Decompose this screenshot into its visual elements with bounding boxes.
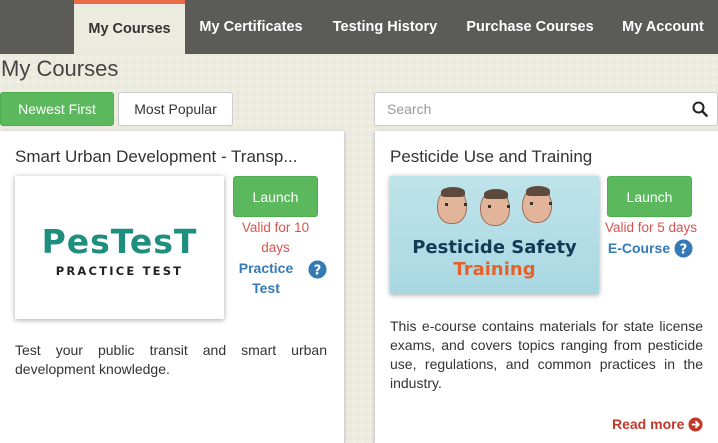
validity-text: Valid for 10 days: [241, 220, 310, 255]
search-icon[interactable]: [692, 101, 708, 117]
most-popular-button[interactable]: Most Popular: [118, 92, 233, 126]
page-title: My Courses: [1, 56, 119, 81]
search-box: [374, 92, 718, 126]
launch-button[interactable]: Launch: [233, 176, 318, 217]
nav-tab-my-courses[interactable]: My Courses: [74, 0, 185, 54]
svg-text:?: ?: [680, 242, 688, 257]
validity-text: Valid for 5 days: [604, 220, 698, 235]
nav-tab-purchase-courses[interactable]: Purchase Courses: [454, 0, 606, 54]
arrow-circle-right-icon: [688, 416, 703, 432]
course-title[interactable]: Pesticide Use and Training: [390, 147, 710, 167]
search-input[interactable]: [375, 93, 685, 125]
course-type-link[interactable]: Practice Test: [227, 258, 305, 298]
nav-tab-my-account[interactable]: My Account: [608, 0, 718, 54]
nav-tab-my-certificates[interactable]: My Certificates: [186, 0, 316, 54]
thumbnail-title: Pesticide Safety: [412, 237, 577, 258]
read-more-label: Read more: [612, 416, 685, 432]
svg-text:?: ?: [314, 263, 322, 278]
course-description: This e-course contains materials for sta…: [390, 318, 703, 391]
course-card: Smart Urban Development - Transp... PesT…: [0, 131, 344, 443]
nav-tab-testing-history[interactable]: Testing History: [318, 0, 452, 54]
question-circle-icon[interactable]: ?: [674, 239, 693, 258]
course-thumbnail[interactable]: Pesticide Safety Training: [390, 176, 599, 294]
face-illustration: [480, 189, 510, 226]
course-thumbnail[interactable]: PesTesT PRACTICE TEST: [15, 176, 224, 319]
pestest-logo: PesTesT: [41, 222, 198, 261]
top-nav: My Courses My Certificates Testing Histo…: [0, 0, 718, 54]
thumbnail-subtitle: Training: [453, 259, 536, 280]
question-circle-icon[interactable]: ?: [308, 260, 327, 279]
course-type-link[interactable]: E-Course: [603, 238, 675, 258]
face-illustration: [522, 186, 552, 223]
launch-button[interactable]: Launch: [607, 176, 692, 217]
read-more-link[interactable]: Read more: [612, 416, 703, 432]
course-card: Pesticide Use and Training Pesticide Saf…: [375, 131, 718, 443]
course-description: Test your public transit and smart urban…: [15, 342, 327, 377]
logo-tagline: PRACTICE TEST: [55, 264, 184, 278]
course-title[interactable]: Smart Urban Development - Transp...: [15, 147, 327, 167]
face-illustration: [437, 187, 467, 224]
newest-first-button[interactable]: Newest First: [0, 92, 114, 126]
